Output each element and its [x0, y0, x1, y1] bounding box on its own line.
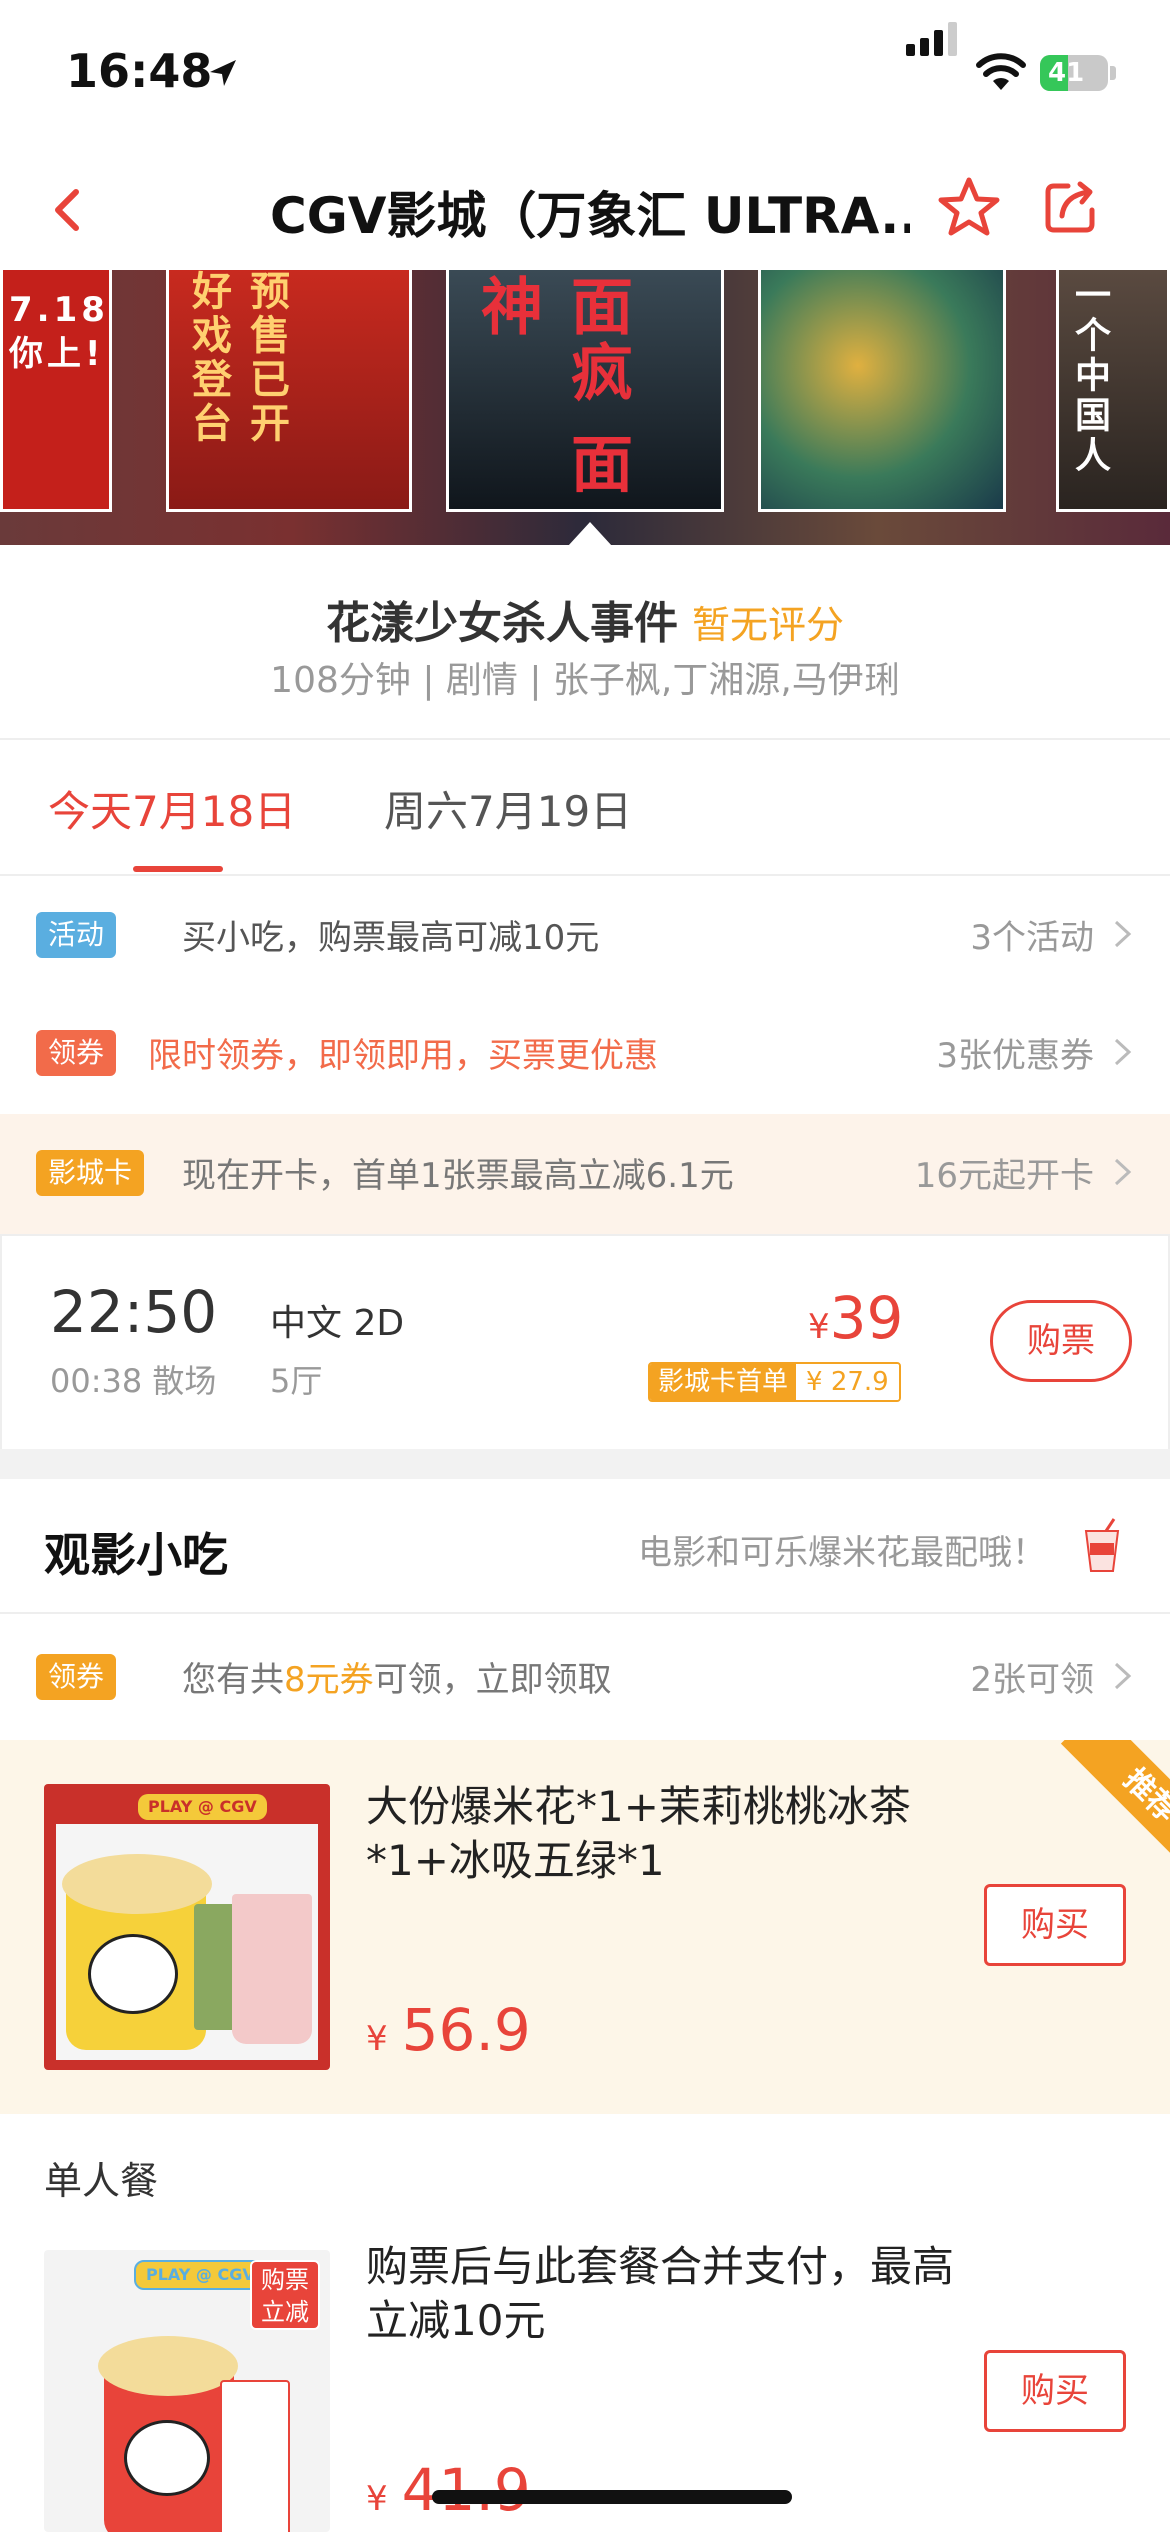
- battery-icon: 41: [1040, 55, 1108, 91]
- poster-2-text: 预售已开 好戏登台: [185, 270, 289, 446]
- food-name: 购票后与此套餐合并支付，最高立减10元: [366, 2242, 955, 2345]
- snack-coupon-row[interactable]: 领券 您有共8元券可领，立即领取 2张可领: [0, 1614, 1170, 1738]
- chevron-right-icon: [1114, 1662, 1132, 1690]
- activity-badge: 活动: [36, 912, 117, 958]
- date-tabs: 今天7月18日 周六7月19日: [0, 740, 1170, 875]
- chevron-right-icon: [1114, 1158, 1132, 1186]
- coupon-text: 限时领券，即领即用，买票更优惠: [148, 1036, 658, 1076]
- snack-coupon-text: 您有共8元券可领，立即领取: [182, 1652, 612, 1701]
- poster-4[interactable]: [758, 270, 1006, 512]
- showtime-price: ¥39: [808, 1284, 903, 1352]
- movie-rating: 暂无评分: [691, 603, 844, 647]
- favorite-star-icon[interactable]: [935, 174, 1003, 242]
- buy-button[interactable]: 购买: [984, 1884, 1126, 1966]
- food-price: ¥56.9: [366, 1996, 531, 2064]
- battery-cap: [1110, 66, 1116, 80]
- poster-carousel[interactable]: 7.18 你上! 预售已开 好戏登台 面疯 面神 一个中国人: [0, 270, 1170, 545]
- pink-drink: [232, 1894, 312, 2044]
- wifi-icon: [976, 53, 1026, 90]
- tab-active-underline: [133, 866, 223, 872]
- tab-saturday[interactable]: 周六7月19日: [384, 778, 632, 839]
- recommend-ribbon: 推荐: [1040, 1740, 1170, 1870]
- page-title: CGV影城（万象汇 ULTRA...: [270, 187, 910, 245]
- cinema-card-discount: 影城卡首单 ¥ 27.9: [648, 1362, 901, 1402]
- chevron-right-icon: [1114, 920, 1132, 948]
- status-time: 16:48: [66, 44, 213, 98]
- promo-card-row[interactable]: 影城卡 现在开卡，首单1张票最高立减6.1元 16元起开卡: [0, 1114, 1170, 1234]
- poster-5-text: 一个中国人: [1069, 276, 1110, 476]
- coupon-badge: 领券: [36, 1030, 117, 1076]
- cola-cup-icon: [1084, 1518, 1120, 1572]
- movie-meta: 108分钟 | 剧情 | 张子枫,丁湘源,马伊琍: [270, 660, 900, 701]
- location-arrow-icon: [210, 60, 236, 86]
- poster-1[interactable]: 7.18 你上!: [0, 270, 112, 512]
- battery-level: 41: [1048, 58, 1085, 88]
- snack-header: 观影小吃 电影和可乐爆米花最配哦！: [0, 1479, 1170, 1614]
- popcorn-combo-image: PLAY @ CGV: [44, 1784, 330, 2070]
- food-card-recommended[interactable]: PLAY @ CGV 大份爆米花*1+茉莉桃桃冰茶*1+冰吸五绿*1 ¥56.9…: [0, 1740, 1170, 2114]
- activity-text: 买小吃，购票最高可减10元: [182, 918, 600, 958]
- movie-title: 花漾少女杀人事件: [325, 598, 678, 649]
- activity-count: 3个活动: [970, 918, 1094, 958]
- showtime-end: 00:38 散场: [50, 1362, 217, 1400]
- snack-slogan: 电影和可乐爆米花最配哦！: [638, 1533, 1046, 1573]
- promo-activity-row[interactable]: 活动 买小吃，购票最高可减10元 3个活动: [0, 876, 1170, 994]
- food-card-single[interactable]: PLAY @ CGV 购票立减 购票后与此套餐合并支付，最高立减10元 ¥41.…: [0, 2206, 1170, 2532]
- cinema-card-text: 现在开卡，首单1张票最高立减6.1元: [182, 1156, 734, 1196]
- showtime-hall: 5厅: [270, 1362, 323, 1400]
- cinema-card-price: 16元起开卡: [914, 1156, 1094, 1196]
- showtime-row[interactable]: 22:50 00:38 散场 中文 2D 5厅 ¥39 影城卡首单 ¥ 27.9…: [0, 1234, 1170, 1449]
- promo-coupon-row[interactable]: 领券 限时领券，即领即用，买票更优惠 3张优惠券: [0, 994, 1170, 1112]
- cinema-card-badge: 影城卡: [36, 1150, 145, 1196]
- single-meal-image: PLAY @ CGV 购票立减: [44, 2250, 330, 2532]
- showtime-language: 中文 2D: [270, 1303, 405, 1344]
- buy-ticket-button[interactable]: 购票: [990, 1300, 1132, 1382]
- showtime-start: 22:50: [50, 1278, 218, 1346]
- food-name: 大份爆米花*1+茉莉桃桃冰茶*1+冰吸五绿*1: [366, 1782, 911, 1885]
- nav-bar: CGV影城（万象汇 ULTRA...: [0, 150, 1170, 270]
- price-value: 56.9: [401, 1996, 531, 2064]
- buy-button[interactable]: 购买: [984, 2350, 1126, 2432]
- coupon-count: 3张优惠券: [936, 1036, 1094, 1076]
- back-icon[interactable]: [40, 180, 100, 240]
- tab-today[interactable]: 今天7月18日: [48, 778, 296, 839]
- mascot: [124, 2420, 210, 2496]
- currency-symbol: ¥: [808, 1307, 830, 1347]
- poster-3-text: 面疯 面神: [470, 274, 633, 498]
- poster-1-text: 7.18 你上!: [9, 290, 109, 374]
- status-bar: 16:48 41: [0, 0, 1170, 150]
- cola-cup: [220, 2380, 290, 2532]
- food-image-label: PLAY @ CGV: [138, 1794, 267, 1820]
- home-indicator: [432, 2490, 792, 2504]
- movie-info: 花漾少女杀人事件 暂无评分 108分钟 | 剧情 | 张子枫,丁湘源,马伊琍: [0, 545, 1170, 740]
- mascot: [88, 1934, 178, 2014]
- snack-section-title: 观影小吃: [44, 1528, 228, 1582]
- coupon-amount: 8元券: [284, 1660, 374, 1700]
- share-icon[interactable]: [1040, 178, 1100, 238]
- snack-coupon-badge: 领券: [36, 1654, 117, 1700]
- poster-5[interactable]: 一个中国人: [1056, 270, 1170, 512]
- section-gap: [0, 1449, 1170, 1479]
- poster-2[interactable]: 预售已开 好戏登台: [166, 270, 412, 512]
- poster-3[interactable]: 面疯 面神: [446, 270, 724, 512]
- chevron-right-icon: [1114, 1038, 1132, 1066]
- poster-selected-indicator: [568, 522, 612, 545]
- currency-symbol: ¥: [366, 2019, 388, 2059]
- snack-coupon-count: 2张可领: [970, 1660, 1094, 1700]
- coupon-prefix: 您有共: [182, 1660, 284, 1700]
- food-image-badge: 购票立减: [250, 2260, 320, 2330]
- cinema-card-price: ¥ 27.9: [796, 1364, 899, 1400]
- price-value: 39: [829, 1284, 904, 1352]
- currency-symbol: ¥: [366, 2479, 388, 2519]
- coupon-suffix: 可领，立即领取: [373, 1660, 612, 1700]
- single-meal-label: 单人餐: [44, 2159, 159, 2203]
- recommend-label: 推荐: [1060, 1740, 1170, 1870]
- food-image-label: PLAY @ CGV: [134, 2260, 267, 2290]
- cinema-card-label: 影城卡首单: [650, 1364, 797, 1400]
